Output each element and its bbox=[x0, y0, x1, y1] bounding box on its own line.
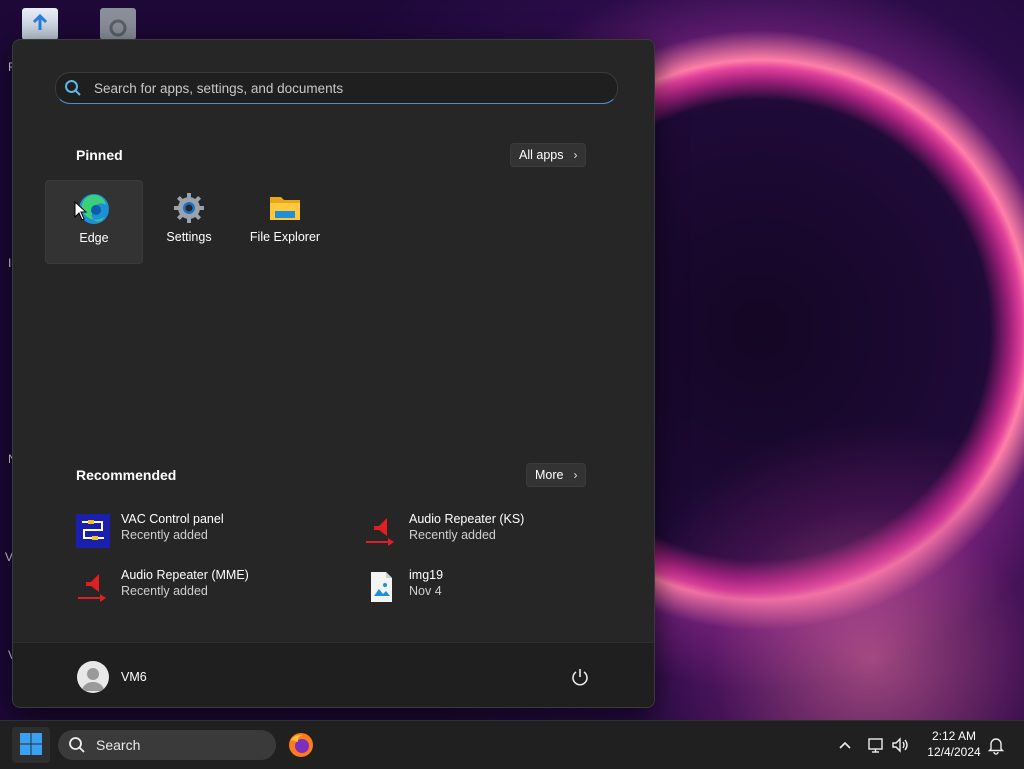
recommended-item-audio-repeater-ks[interactable]: Audio Repeater (KS) Recently added bbox=[364, 510, 604, 550]
taskbar-search-label: Search bbox=[96, 737, 141, 753]
pinned-app-settings[interactable]: Settings bbox=[141, 180, 237, 262]
volume-icon[interactable] bbox=[890, 735, 910, 755]
chevron-right-icon: › bbox=[573, 468, 578, 482]
recommended-title: Recommended bbox=[76, 467, 177, 483]
firefox-icon[interactable] bbox=[288, 732, 314, 758]
all-apps-button[interactable]: All apps › bbox=[510, 143, 587, 167]
pinned-app-label: Settings bbox=[166, 230, 212, 244]
recommended-item-img19[interactable]: img19 Nov 4 bbox=[364, 566, 604, 606]
more-button[interactable]: More › bbox=[526, 463, 587, 487]
pinned-app-file-explorer[interactable]: File Explorer bbox=[237, 180, 333, 262]
start-menu: Search for apps, settings, and documents… bbox=[12, 39, 655, 708]
recommended-item-name: Audio Repeater (MME) bbox=[121, 568, 249, 582]
search-icon bbox=[69, 737, 85, 753]
windows-logo-icon bbox=[20, 733, 42, 755]
search-placeholder: Search for apps, settings, and documents bbox=[94, 80, 344, 96]
taskbar-search-box[interactable]: Search bbox=[58, 730, 276, 760]
settings-gear-icon bbox=[174, 193, 204, 223]
taskbar-clock[interactable]: 2:12 AM 12/4/2024 bbox=[918, 728, 990, 760]
clock-time: 2:12 AM bbox=[931, 729, 977, 743]
pinned-title: Pinned bbox=[76, 147, 123, 163]
pinned-app-edge[interactable]: Edge bbox=[45, 180, 143, 264]
start-menu-footer: VM6 bbox=[13, 642, 654, 707]
user-avatar[interactable] bbox=[77, 661, 109, 693]
recommended-item-subtitle: Nov 4 bbox=[409, 584, 442, 598]
audio-repeater-icon bbox=[366, 518, 394, 546]
user-name[interactable]: VM6 bbox=[121, 670, 147, 684]
recommended-item-subtitle: Recently added bbox=[409, 528, 496, 542]
start-button[interactable] bbox=[12, 727, 50, 763]
power-icon[interactable] bbox=[570, 667, 590, 687]
wallpaper-glow bbox=[620, 420, 1024, 720]
mouse-cursor-icon bbox=[74, 201, 88, 221]
chevron-up-icon[interactable] bbox=[835, 735, 855, 755]
user-avatar-icon bbox=[82, 668, 104, 691]
recycle-bin-icon[interactable] bbox=[22, 8, 58, 40]
network-icon[interactable] bbox=[866, 735, 886, 755]
notification-bell-icon[interactable] bbox=[986, 735, 1006, 755]
taskbar: Search 2:12 AM 12/4/2024 bbox=[0, 720, 1024, 769]
recommended-item-vac-control-panel[interactable]: VAC Control panel Recently added bbox=[76, 510, 316, 550]
clock-date: 12/4/2024 bbox=[927, 745, 981, 759]
settings-file-desktop-icon[interactable] bbox=[100, 8, 136, 40]
pinned-app-label: Edge bbox=[79, 231, 109, 245]
start-search-input[interactable]: Search for apps, settings, and documents bbox=[55, 72, 618, 104]
recommended-item-name: Audio Repeater (KS) bbox=[409, 512, 525, 526]
chevron-right-icon: › bbox=[573, 148, 578, 162]
audio-repeater-icon bbox=[78, 574, 106, 602]
recommended-item-subtitle: Recently added bbox=[121, 584, 208, 598]
recommended-item-audio-repeater-mme[interactable]: Audio Repeater (MME) Recently added bbox=[76, 566, 316, 606]
recommended-item-name: img19 bbox=[409, 568, 444, 582]
recommended-item-subtitle: Recently added bbox=[121, 528, 208, 542]
search-icon bbox=[65, 80, 81, 96]
more-label: More bbox=[535, 468, 564, 482]
vac-control-panel-icon bbox=[76, 514, 110, 548]
pinned-app-label: File Explorer bbox=[249, 230, 321, 244]
folder-icon bbox=[270, 197, 300, 220]
desktop-label-fragment: I bbox=[8, 256, 12, 270]
all-apps-label: All apps bbox=[519, 148, 564, 162]
image-file-icon bbox=[371, 572, 392, 602]
recommended-item-name: VAC Control panel bbox=[121, 512, 224, 526]
